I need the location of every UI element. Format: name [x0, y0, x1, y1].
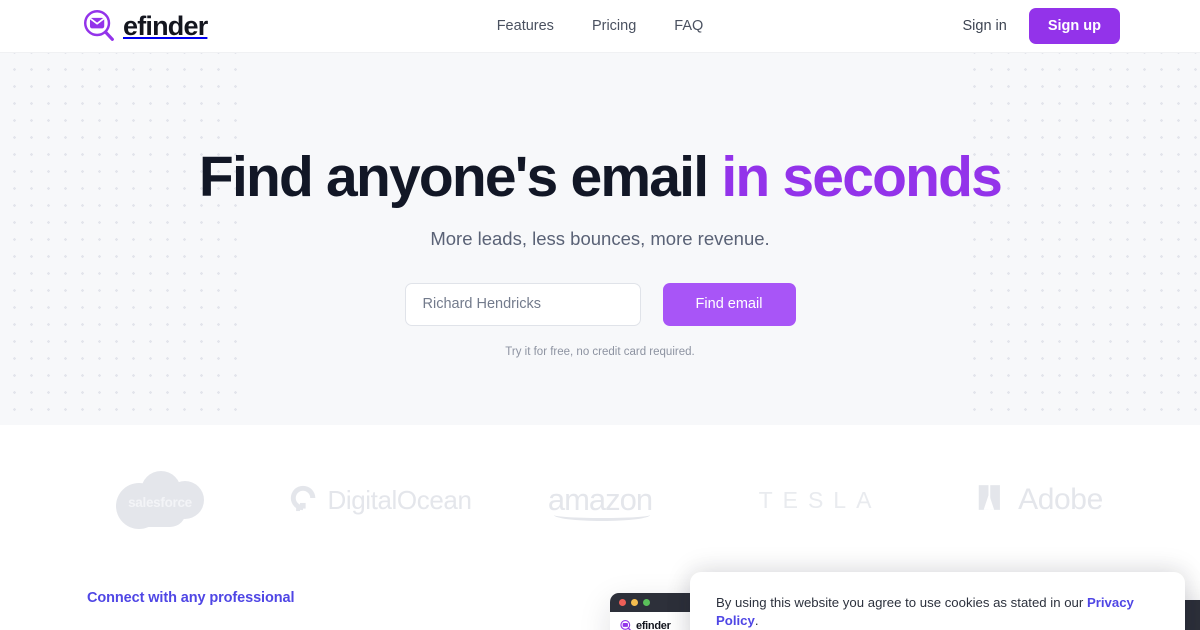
page-title: Find anyone's email in seconds	[0, 145, 1200, 209]
headline-main: Find anyone's email	[198, 145, 709, 209]
hero-content: Find anyone's email in seconds More lead…	[0, 53, 1200, 358]
window-close-icon	[619, 599, 626, 606]
hero-fineprint: Try it for free, no credit card required…	[505, 345, 695, 358]
email-search-form: Find email	[0, 282, 1200, 326]
cookie-consent-banner: By using this website you agree to use c…	[690, 572, 1185, 630]
brand-name: efinder	[123, 10, 208, 41]
logo-tesla: TESLA	[710, 487, 930, 514]
logo-adobe: Adobe	[930, 483, 1150, 517]
sign-in-link[interactable]: Sign in	[962, 18, 1006, 34]
landing-page: efinder Features Pricing FAQ Sign in Sig…	[0, 0, 1200, 630]
nav-item-faq[interactable]: FAQ	[674, 18, 703, 34]
cookie-message-suffix: .	[754, 613, 759, 629]
nav-item-pricing[interactable]: Pricing	[592, 18, 636, 34]
feature-eyebrow: Connect with any professional	[87, 590, 295, 606]
site-header: efinder Features Pricing FAQ Sign in Sig…	[0, 0, 1200, 53]
hero-subheadline: More leads, less bounces, more revenue.	[430, 227, 770, 249]
digitalocean-mark-icon	[288, 483, 318, 518]
window-minimize-icon	[631, 599, 638, 606]
logo-salesforce-label: salesforce	[128, 495, 192, 510]
logo-salesforce: salesforce	[50, 469, 270, 531]
window-maximize-icon	[643, 599, 650, 606]
envelope-magnifier-icon-small	[619, 619, 633, 630]
cookie-message: By using this website you agree to use c…	[716, 594, 1159, 630]
logo-digitalocean-label: DigitalOcean	[327, 484, 472, 515]
amazon-smile-icon	[553, 509, 651, 521]
headline-accent: in seconds	[721, 145, 1003, 209]
search-input[interactable]	[404, 282, 641, 326]
logo-digitalocean: DigitalOcean	[270, 483, 490, 518]
brand-logo[interactable]: efinder	[80, 7, 208, 45]
customer-logos-strip: salesforce DigitalOcean amazon TESLA Ado…	[0, 425, 1200, 575]
logo-tesla-label: TESLA	[758, 486, 882, 513]
nav-item-features[interactable]: Features	[497, 18, 554, 34]
adobe-mark-icon	[977, 484, 1007, 516]
find-email-button[interactable]: Find email	[662, 282, 796, 326]
mockup-brand-name: efinder	[636, 620, 671, 630]
cookie-message-text: By using this website you agree to use c…	[716, 595, 1087, 610]
logo-adobe-label: Adobe	[1018, 483, 1103, 516]
envelope-magnifier-icon	[80, 7, 118, 45]
header-actions: Sign in Sign up	[962, 8, 1120, 44]
hero-section: Find anyone's email in seconds More lead…	[0, 53, 1200, 425]
logo-amazon: amazon	[490, 482, 710, 521]
sign-up-button[interactable]: Sign up	[1028, 8, 1120, 44]
